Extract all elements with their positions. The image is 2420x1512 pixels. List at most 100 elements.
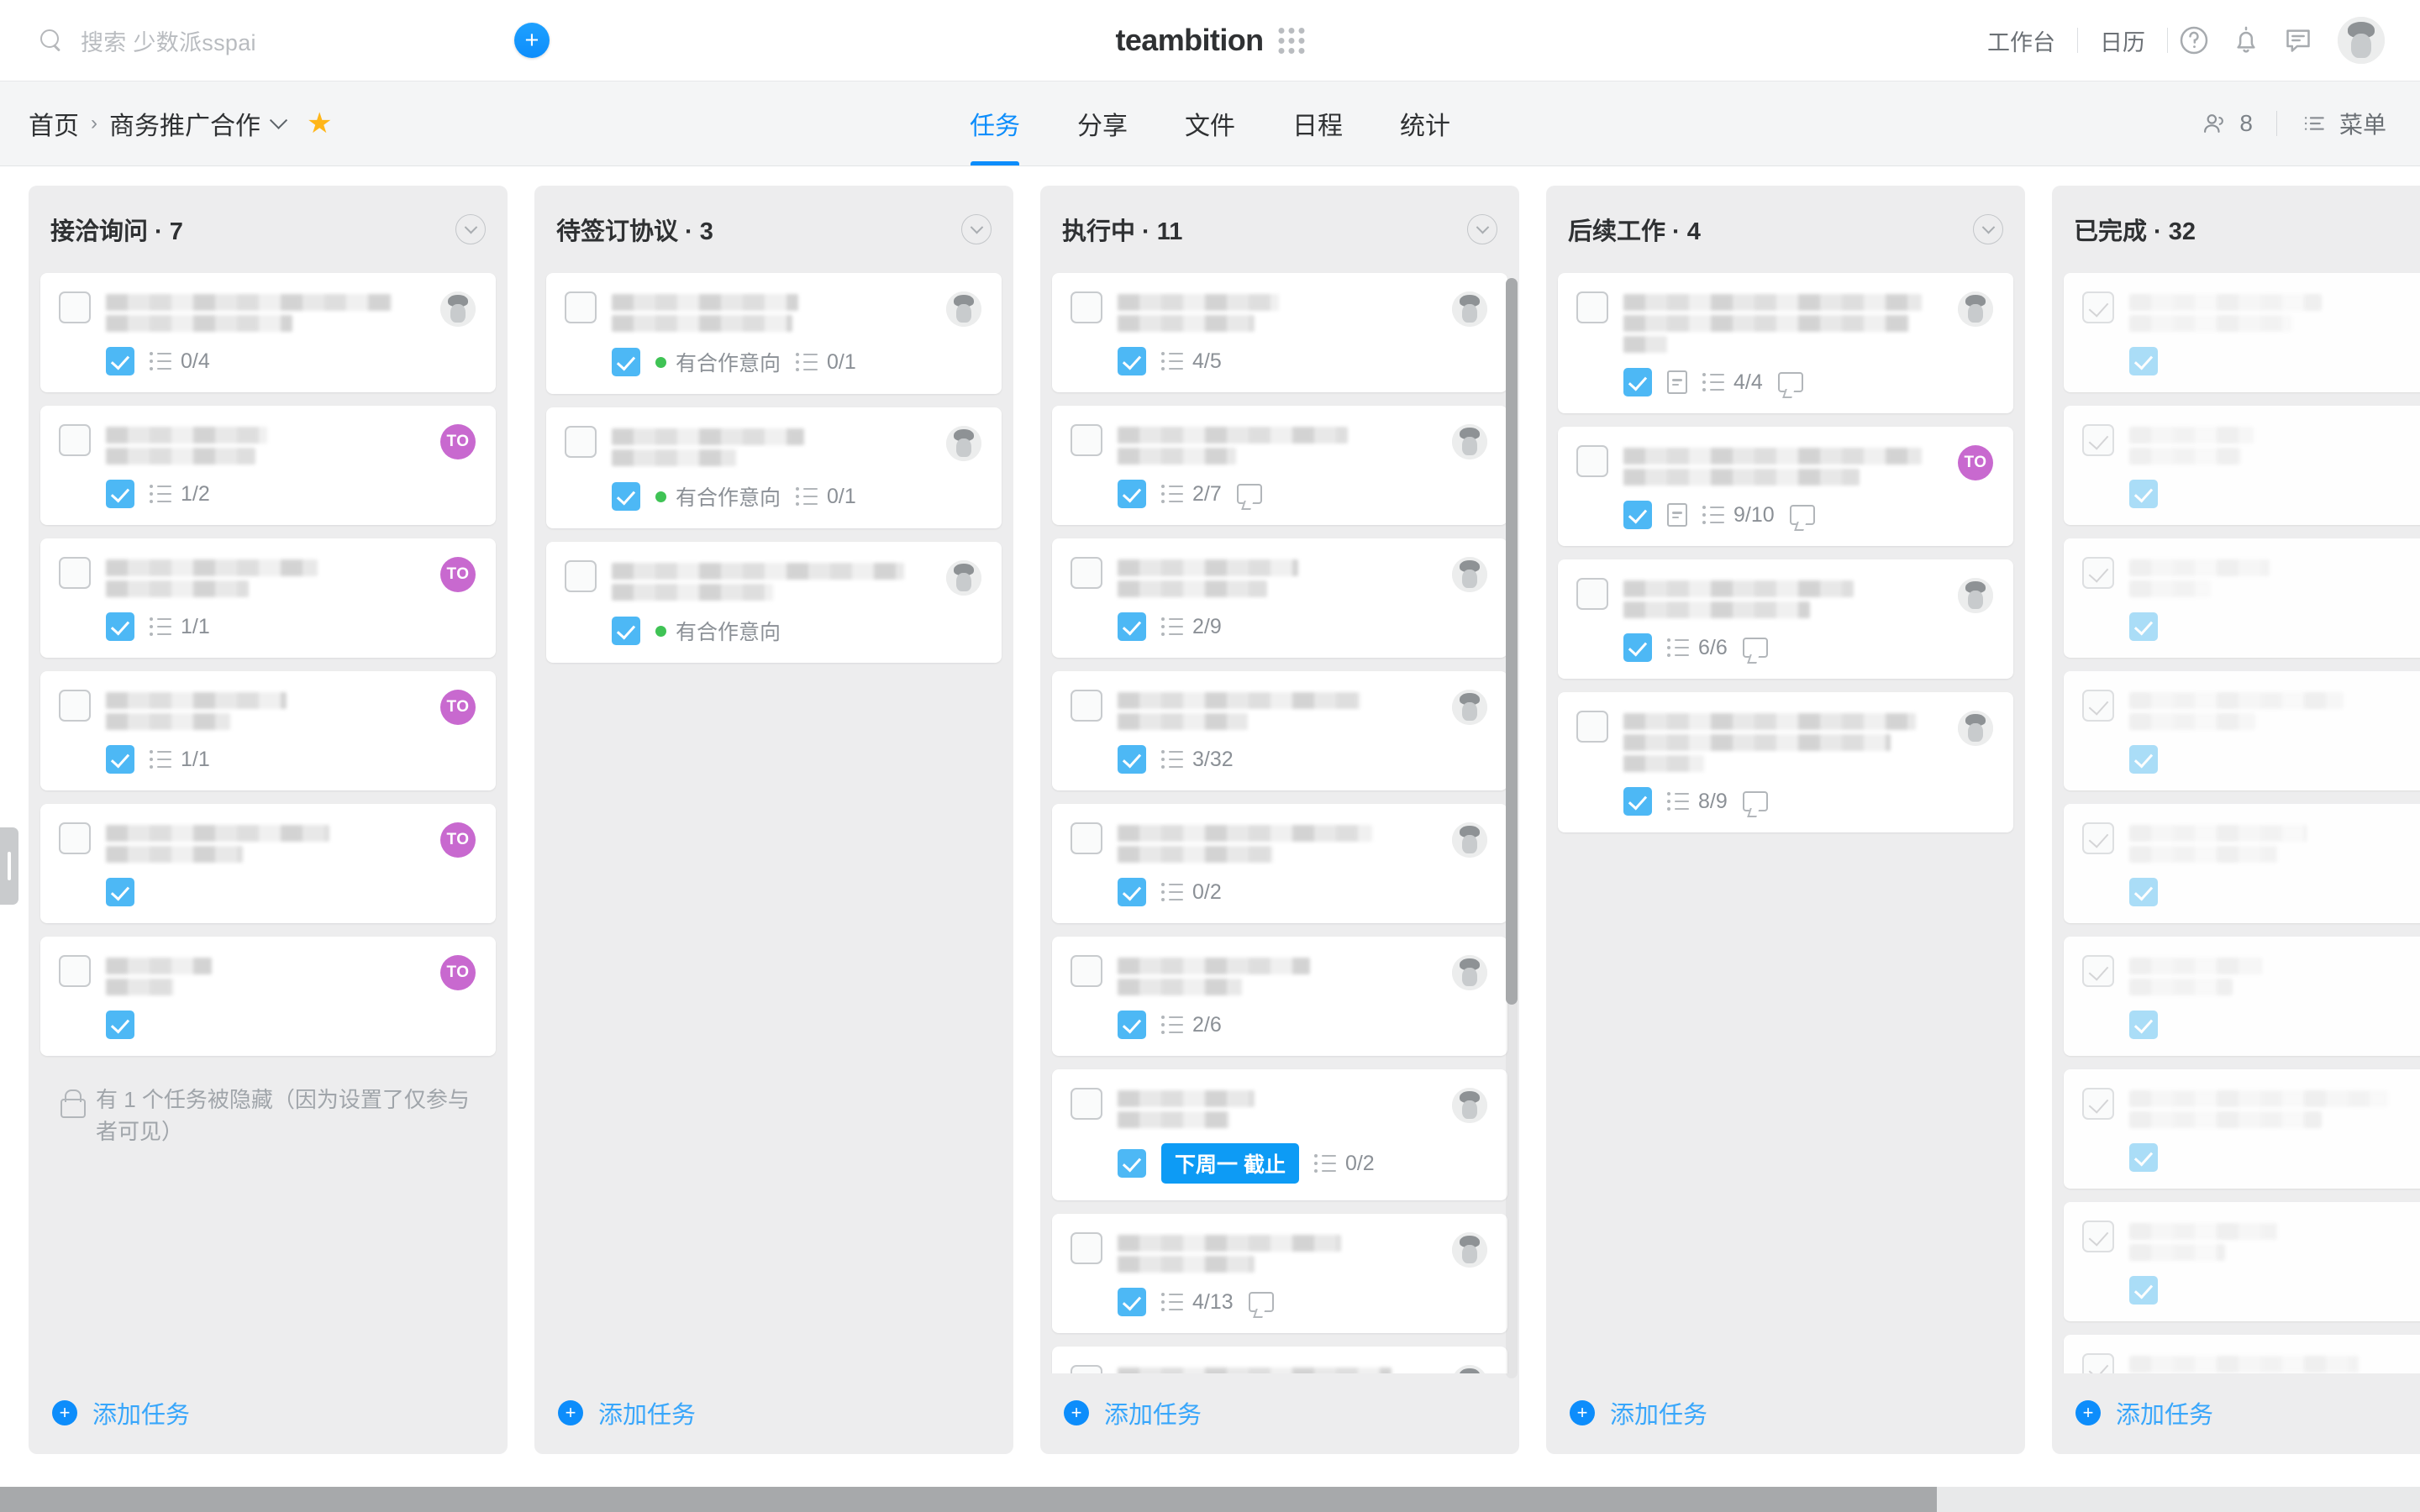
task-checkbox[interactable] xyxy=(565,426,597,458)
task-checkbox[interactable] xyxy=(59,822,91,854)
task-done-badge[interactable] xyxy=(106,1011,134,1039)
task-done-badge[interactable] xyxy=(1623,368,1652,396)
task-checkbox[interactable] xyxy=(565,291,597,323)
star-icon[interactable]: ★ xyxy=(307,109,332,138)
tab-schedule[interactable]: 日程 xyxy=(1264,81,1371,165)
bell-icon[interactable] xyxy=(2220,14,2272,66)
task-card[interactable] xyxy=(2064,937,2420,1056)
task-checkbox[interactable] xyxy=(1576,711,1608,743)
assignee-avatar[interactable] xyxy=(1452,690,1487,725)
horizontal-scrollbar[interactable] xyxy=(0,1487,2420,1512)
column-collapse-icon[interactable] xyxy=(961,214,992,244)
help-icon[interactable] xyxy=(2168,14,2220,66)
task-card[interactable]: 6/6 xyxy=(1558,559,2013,679)
task-checkbox[interactable] xyxy=(1071,291,1102,323)
breadcrumb-home[interactable]: 首页 xyxy=(29,105,79,142)
task-checkbox[interactable] xyxy=(2082,291,2114,323)
chevron-down-icon[interactable] xyxy=(269,111,288,129)
task-checkbox[interactable] xyxy=(1071,1232,1102,1264)
task-checkbox[interactable] xyxy=(59,291,91,323)
column-collapse-icon[interactable] xyxy=(1467,214,1497,244)
task-checkbox[interactable] xyxy=(2082,1221,2114,1252)
task-done-badge[interactable] xyxy=(106,480,134,508)
assignee-avatar[interactable] xyxy=(1452,424,1487,459)
nav-calendar[interactable]: 日历 xyxy=(2078,24,2167,57)
task-checkbox[interactable] xyxy=(565,560,597,592)
task-card[interactable]: TO 1/1 xyxy=(40,671,496,790)
task-done-badge[interactable] xyxy=(1118,1011,1146,1039)
task-done-badge[interactable] xyxy=(612,482,640,511)
task-checkbox[interactable] xyxy=(59,690,91,722)
chat-icon[interactable] xyxy=(2272,14,2324,66)
task-card[interactable] xyxy=(2064,1069,2420,1189)
task-done-badge[interactable] xyxy=(1623,501,1652,529)
task-card[interactable]: 3/32 xyxy=(1052,671,1507,790)
assignee-avatar[interactable] xyxy=(1958,711,1993,746)
task-done-badge[interactable] xyxy=(2129,612,2158,641)
task-checkbox[interactable] xyxy=(1071,690,1102,722)
task-card[interactable] xyxy=(2064,273,2420,392)
task-done-badge[interactable] xyxy=(1118,480,1146,508)
assignee-avatar[interactable] xyxy=(1958,291,1993,327)
task-checkbox[interactable] xyxy=(59,557,91,589)
assignee-avatar[interactable] xyxy=(1452,822,1487,858)
task-checkbox[interactable] xyxy=(1071,822,1102,854)
sidebar-drag-handle[interactable] xyxy=(0,827,18,905)
task-card[interactable]: 4/13 xyxy=(1052,1214,1507,1333)
task-card[interactable]: 2/7 xyxy=(1052,406,1507,525)
assignee-avatar[interactable] xyxy=(1452,557,1487,592)
task-card[interactable]: 2/9 xyxy=(1052,538,1507,658)
add-task-button[interactable]: + 添加任务 xyxy=(2052,1373,2420,1454)
task-done-badge[interactable] xyxy=(2129,1011,2158,1039)
task-checkbox[interactable] xyxy=(1071,424,1102,456)
task-card[interactable] xyxy=(2064,1335,2420,1373)
assignee-avatar-initials[interactable]: TO xyxy=(440,690,476,725)
task-card[interactable] xyxy=(2064,1202,2420,1321)
assignee-avatar[interactable] xyxy=(946,560,981,596)
task-card[interactable]: 有合作意向 0/1 xyxy=(546,407,1002,528)
task-card[interactable]: TO 1/2 xyxy=(40,406,496,525)
task-card[interactable]: 8/9 xyxy=(1558,692,2013,832)
column-collapse-icon[interactable] xyxy=(1973,214,2003,244)
task-checkbox[interactable] xyxy=(2082,1353,2114,1373)
task-checkbox[interactable] xyxy=(1576,291,1608,323)
task-card[interactable]: 有合作意向 xyxy=(546,542,1002,663)
task-done-badge[interactable] xyxy=(106,745,134,774)
task-card[interactable]: 4/4 xyxy=(1558,273,2013,413)
task-card[interactable]: TO xyxy=(40,804,496,923)
task-checkbox[interactable] xyxy=(1071,955,1102,987)
task-checkbox[interactable] xyxy=(1071,557,1102,589)
assignee-avatar-initials[interactable]: TO xyxy=(440,822,476,858)
task-card[interactable] xyxy=(2064,804,2420,923)
app-grid-icon[interactable] xyxy=(1278,27,1305,54)
task-done-badge[interactable] xyxy=(1118,1149,1146,1178)
task-checkbox[interactable] xyxy=(2082,557,2114,589)
assignee-avatar[interactable] xyxy=(1452,1088,1487,1123)
task-done-badge[interactable] xyxy=(106,878,134,906)
task-card[interactable]: 有合作意向 0/1 xyxy=(546,273,1002,394)
task-card[interactable]: TO 9/10 xyxy=(1558,427,2013,546)
add-task-button[interactable]: + 添加任务 xyxy=(534,1373,1013,1454)
task-card[interactable]: 0/2 xyxy=(1052,804,1507,923)
task-card[interactable]: 4/5 xyxy=(1052,273,1507,392)
add-task-button[interactable]: + 添加任务 xyxy=(1546,1373,2025,1454)
tab-stats[interactable]: 统计 xyxy=(1371,81,1479,165)
task-done-badge[interactable] xyxy=(2129,1276,2158,1305)
task-checkbox[interactable] xyxy=(2082,424,2114,456)
task-card[interactable] xyxy=(2064,538,2420,658)
task-done-badge[interactable] xyxy=(2129,480,2158,508)
task-checkbox[interactable] xyxy=(1071,1365,1102,1373)
task-card[interactable]: TO xyxy=(40,937,496,1056)
assignee-avatar[interactable] xyxy=(1452,1232,1487,1268)
task-checkbox[interactable] xyxy=(1576,445,1608,477)
task-card[interactable] xyxy=(1052,1347,1507,1373)
task-done-badge[interactable] xyxy=(2129,745,2158,774)
assignee-avatar-initials[interactable]: TO xyxy=(440,557,476,592)
tab-share[interactable]: 分享 xyxy=(1049,81,1156,165)
task-done-badge[interactable] xyxy=(2129,878,2158,906)
assignee-avatar[interactable] xyxy=(946,426,981,461)
avatar[interactable] xyxy=(2338,17,2385,64)
nav-workbench[interactable]: 工作台 xyxy=(1965,24,2077,57)
task-card[interactable]: TO xyxy=(2064,406,2420,525)
tab-tasks[interactable]: 任务 xyxy=(941,81,1049,165)
